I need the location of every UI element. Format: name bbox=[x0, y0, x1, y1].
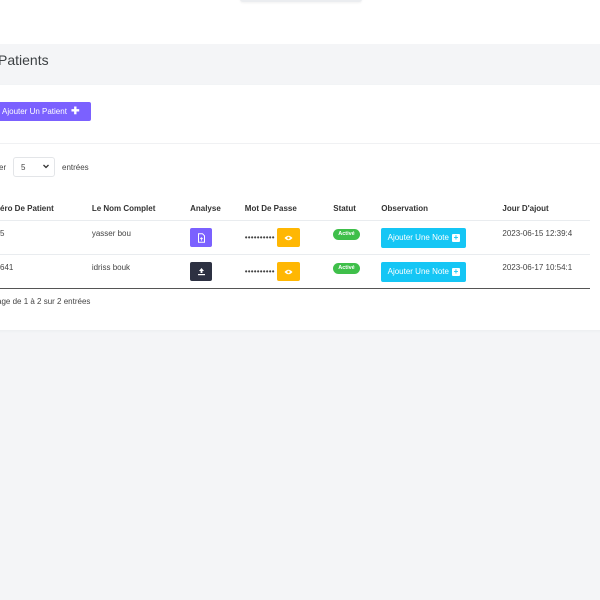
header-observation[interactable]: Observation bbox=[381, 196, 503, 221]
header-patient-number[interactable]: éro De Patient bbox=[0, 196, 92, 221]
page-title: Patients bbox=[0, 52, 49, 68]
table-header-row: éro De Patient Le Nom Complet Analyse Mo… bbox=[0, 196, 590, 221]
add-note-label: Ajouter Une Note bbox=[387, 233, 449, 242]
header-date-added[interactable]: Jour D'ajout bbox=[502, 196, 590, 221]
eye-icon bbox=[284, 235, 293, 240]
patients-table: éro De Patient Le Nom Complet Analyse Mo… bbox=[0, 196, 590, 289]
analyse-button[interactable] bbox=[190, 262, 213, 281]
plus-icon: ✚ bbox=[71, 106, 80, 117]
eye-icon bbox=[284, 269, 293, 274]
file-icon bbox=[197, 232, 205, 243]
patient-name: idriss bouk bbox=[91, 263, 131, 272]
header-status[interactable]: Statut bbox=[333, 196, 382, 221]
patient-name: yasser bou bbox=[91, 229, 131, 238]
patient-number: 641 bbox=[0, 263, 14, 272]
entries-label: entrées bbox=[62, 163, 89, 172]
header-full-name[interactable]: Le Nom Complet bbox=[91, 196, 191, 221]
table-info: age de 1 à 2 sur 2 entrées bbox=[0, 297, 91, 306]
top-navbar bbox=[0, 0, 600, 44]
upload-icon bbox=[197, 268, 205, 276]
plus-square-icon: + bbox=[451, 232, 460, 242]
status-badge: Activé bbox=[333, 262, 360, 274]
entries-per-page-select[interactable]: 5 bbox=[13, 157, 55, 177]
status-badge: Activé bbox=[333, 228, 360, 240]
entries-select-value: 5 bbox=[21, 163, 26, 172]
password-mask: •••••••••• bbox=[244, 267, 275, 276]
add-note-button[interactable]: Ajouter Une Note + bbox=[381, 261, 467, 282]
add-note-button[interactable]: Ajouter Une Note + bbox=[381, 227, 467, 248]
header-analyse[interactable]: Analyse bbox=[190, 196, 245, 221]
header-password[interactable]: Mot De Passe bbox=[244, 196, 334, 221]
table-row: 5 yasser bou •••••••••• Activé Ajouter U… bbox=[0, 220, 590, 255]
show-entries-label: er bbox=[0, 163, 7, 172]
password-mask: •••••••••• bbox=[244, 233, 275, 242]
chevron-down-icon bbox=[43, 164, 49, 169]
show-password-button[interactable] bbox=[276, 228, 300, 247]
plus-square-icon: + bbox=[451, 266, 460, 276]
show-password-button[interactable] bbox=[276, 262, 300, 281]
table-row: 641 idriss bouk •••••••••• Activé Ajoute… bbox=[0, 254, 590, 289]
analyse-button[interactable] bbox=[190, 228, 213, 247]
add-patient-label: Ajouter Un Patient bbox=[2, 107, 67, 116]
navbar-search-pill[interactable] bbox=[240, 0, 362, 2]
add-patient-button[interactable]: Ajouter Un Patient ✚ bbox=[0, 102, 91, 121]
card-divider bbox=[0, 143, 600, 144]
date-added: 2023-06-15 12:39:4 bbox=[502, 229, 573, 238]
date-added: 2023-06-17 10:54:1 bbox=[502, 263, 573, 272]
add-note-label: Ajouter Une Note bbox=[387, 267, 449, 276]
patient-number: 5 bbox=[0, 229, 5, 238]
